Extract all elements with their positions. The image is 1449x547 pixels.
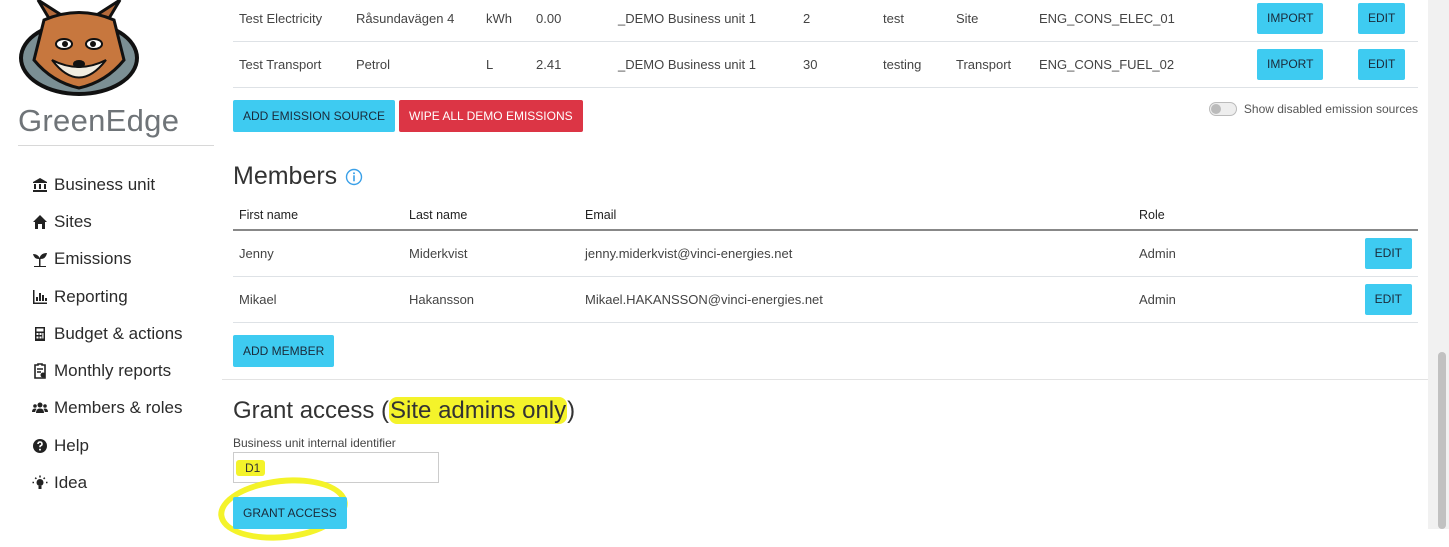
emission-actions: ADD EMISSION SOURCE WIPE ALL DEMO EMISSI… xyxy=(233,100,583,132)
emission-number: 2 xyxy=(797,0,877,42)
sidebar-item-label: Members & roles xyxy=(54,398,183,418)
emission-note: testing xyxy=(877,41,950,88)
members-heading: Members xyxy=(233,162,363,191)
business-unit-identifier-value: D1 xyxy=(245,461,261,475)
emission-business-unit: _DEMO Business unit 1 xyxy=(612,41,797,88)
info-icon[interactable] xyxy=(345,168,363,186)
sidebar-item-emissions[interactable]: Emissions xyxy=(31,241,183,278)
emission-code: ENG_CONS_ELEC_01 xyxy=(1033,0,1251,42)
sidebar-item-label: Help xyxy=(54,435,89,455)
emission-source: Råsundavägen 4 xyxy=(350,0,480,42)
sidebar-item-label: Budget & actions xyxy=(54,323,183,343)
table-row[interactable]: Test Transport Petrol L 2.41 _DEMO Busin… xyxy=(233,41,1418,88)
show-disabled-toggle-group: Show disabled emission sources xyxy=(1208,102,1418,116)
emission-type: Transport xyxy=(950,41,1033,88)
emission-name: Test Transport xyxy=(233,41,350,88)
business-unit-icon xyxy=(31,176,49,194)
users-icon xyxy=(31,399,49,417)
add-member-button[interactable]: ADD MEMBER xyxy=(233,335,335,367)
member-last-name: Miderkvist xyxy=(403,230,579,277)
member-last-name: Hakansson xyxy=(403,276,579,323)
question-circle-icon xyxy=(31,437,49,455)
brand-name: GreenEdge xyxy=(18,103,180,138)
column-header-last-name[interactable]: Last name xyxy=(403,200,579,231)
sidebar-item-budget-actions[interactable]: Budget & actions xyxy=(31,315,183,352)
grant-access-button[interactable]: GRANT ACCESS xyxy=(233,497,347,529)
fox-logo[interactable] xyxy=(16,0,142,98)
sidebar-nav: Business unit Sites Emissions Reporting … xyxy=(31,166,183,502)
emission-unit: kWh xyxy=(480,0,530,42)
emission-source: Petrol xyxy=(350,41,480,88)
emission-value: 2.41 xyxy=(530,41,612,88)
sidebar-item-members-roles[interactable]: Members & roles xyxy=(31,390,183,427)
bar-chart-icon xyxy=(31,288,49,306)
grant-access-heading: Grant access (Site admins only) xyxy=(233,397,575,425)
table-row[interactable]: Test Electricity Råsundavägen 4 kWh 0.00… xyxy=(233,0,1418,42)
sidebar-item-sites[interactable]: Sites xyxy=(31,203,183,240)
member-email: Mikael.HAKANSSON@vinci-energies.net xyxy=(579,276,1133,323)
emission-business-unit: _DEMO Business unit 1 xyxy=(612,0,797,42)
column-header-email[interactable]: Email xyxy=(579,200,1133,231)
home-icon xyxy=(31,213,49,231)
sidebar-item-reporting[interactable]: Reporting xyxy=(31,278,183,315)
lightbulb-icon xyxy=(31,474,49,492)
member-first-name: Mikael xyxy=(233,276,403,323)
seedling-icon xyxy=(31,250,49,268)
wipe-demo-emissions-button[interactable]: WIPE ALL DEMO EMISSIONS xyxy=(399,100,583,132)
members-table: First name Last name Email Role Jenny Mi… xyxy=(233,200,1418,323)
sidebar-item-business-unit[interactable]: Business unit xyxy=(31,166,183,203)
edit-button[interactable]: EDIT xyxy=(1358,49,1406,80)
sidebar-item-label: Reporting xyxy=(54,286,128,306)
emission-sources-table: Test Electricity Råsundavägen 4 kWh 0.00… xyxy=(233,0,1418,88)
edit-member-button[interactable]: EDIT xyxy=(1364,284,1412,315)
edit-button[interactable]: EDIT xyxy=(1358,3,1406,34)
show-disabled-label: Show disabled emission sources xyxy=(1243,102,1418,116)
member-role: Admin xyxy=(1133,230,1333,277)
table-row[interactable]: Mikael Hakansson Mikael.HAKANSSON@vinci-… xyxy=(233,276,1418,323)
calculator-icon xyxy=(31,325,49,343)
section-divider xyxy=(222,379,1428,380)
sidebar-item-label: Business unit xyxy=(54,174,156,194)
member-email: jenny.miderkvist@vinci-energies.net xyxy=(579,230,1133,277)
clipboard-report-icon xyxy=(31,362,49,380)
sidebar-item-monthly-reports[interactable]: Monthly reports xyxy=(31,352,183,389)
page-scrollbar[interactable] xyxy=(1428,0,1449,529)
column-header-first-name[interactable]: First name xyxy=(233,200,403,231)
column-header-role[interactable]: Role xyxy=(1133,200,1333,231)
grant-title-highlight: Site admins only xyxy=(389,397,568,424)
emission-unit: L xyxy=(480,41,530,88)
sidebar-item-label: Monthly reports xyxy=(54,361,172,381)
emission-type: Site xyxy=(950,0,1033,42)
members-title: Members xyxy=(233,162,338,190)
import-button[interactable]: IMPORT xyxy=(1257,3,1324,34)
grant-title-suffix: ) xyxy=(567,397,576,424)
sidebar-item-idea[interactable]: Idea xyxy=(31,464,183,501)
table-header-row: First name Last name Email Role xyxy=(233,200,1418,231)
sidebar-item-label: Emissions xyxy=(54,249,132,269)
add-emission-source-button[interactable]: ADD EMISSION SOURCE xyxy=(233,100,396,132)
brand-divider xyxy=(18,145,214,146)
import-button[interactable]: IMPORT xyxy=(1257,49,1324,80)
business-unit-identifier-label: Business unit internal identifier xyxy=(233,436,396,450)
show-disabled-toggle[interactable] xyxy=(1208,102,1237,116)
scrollbar-thumb[interactable] xyxy=(1438,352,1446,529)
emission-value: 0.00 xyxy=(530,0,612,42)
grant-title-prefix: Grant access ( xyxy=(233,397,390,424)
emission-name: Test Electricity xyxy=(233,0,350,42)
sidebar-item-label: Idea xyxy=(54,473,88,493)
edit-member-button[interactable]: EDIT xyxy=(1364,238,1412,269)
sidebar-item-label: Sites xyxy=(54,211,92,231)
emission-note: test xyxy=(877,0,950,42)
emission-number: 30 xyxy=(797,41,877,88)
main-content: Test Electricity Råsundavägen 4 kWh 0.00… xyxy=(215,0,1428,547)
sidebar: GreenEdge Business unit Sites Emissions … xyxy=(0,0,222,529)
emission-code: ENG_CONS_FUEL_02 xyxy=(1033,41,1251,88)
member-role: Admin xyxy=(1133,276,1333,323)
table-row[interactable]: Jenny Miderkvist jenny.miderkvist@vinci-… xyxy=(233,230,1418,277)
sidebar-item-help[interactable]: Help xyxy=(31,427,183,464)
member-first-name: Jenny xyxy=(233,230,403,277)
